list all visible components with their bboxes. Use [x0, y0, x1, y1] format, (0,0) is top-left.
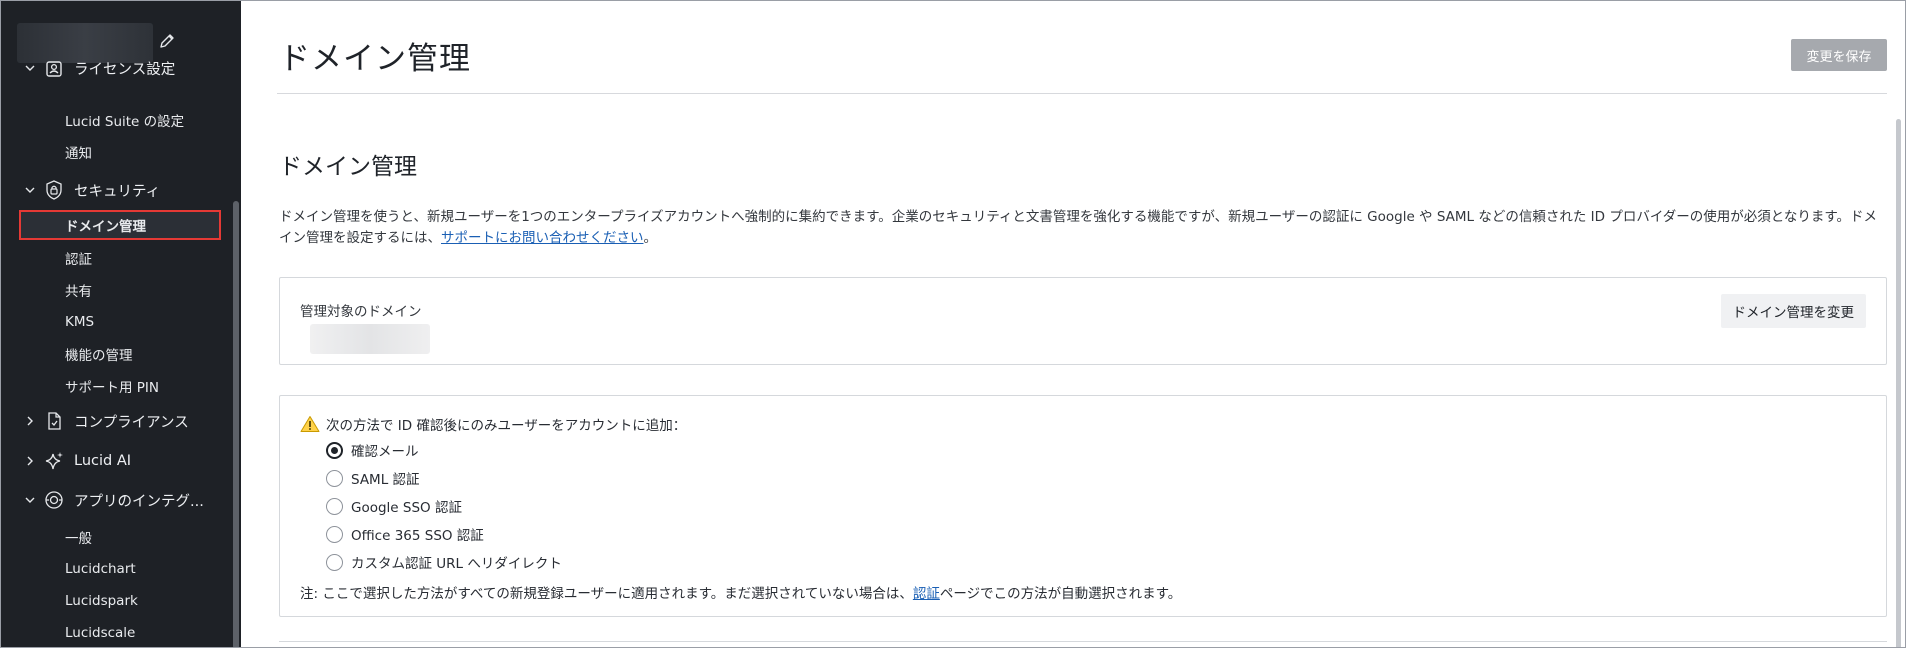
sidebar-group-label: コンプライアンス — [74, 414, 189, 431]
option-label: 確認メール — [351, 444, 419, 460]
managed-domains-card: 管理対象のドメイン ドメイン管理を変更 — [279, 277, 1887, 365]
sidebar-item-lucidspark[interactable]: Lucidspark — [19, 586, 221, 616]
divider — [277, 93, 1887, 94]
sparkle-icon — [45, 452, 63, 470]
option-label: カスタム認証 URL へリダイレクト — [351, 556, 562, 572]
sidebar-group-compliance[interactable]: コンプライアンス — [1, 404, 233, 438]
option-saml[interactable]: SAML 認証 — [326, 468, 420, 488]
sidebar-group-license[interactable]: ライセンス設定 — [1, 51, 233, 85]
note-prefix: 注: ここで選択した方法がすべての新規登録ユーザーに適用されます。まだ選択されて… — [300, 586, 913, 602]
sidebar: ライセンス設定 Lucid Suite の設定 通知 セキュリティ ドメイン管理… — [1, 1, 241, 647]
sidebar-group-integrations[interactable]: アプリのインテグ... — [1, 483, 233, 517]
verification-prompt-row: 次の方法で ID 確認後にのみユーザーをアカウントに追加： — [300, 414, 686, 434]
chevron-down-icon — [25, 497, 35, 503]
option-custom-url[interactable]: カスタム認証 URL へリダイレクト — [326, 552, 562, 572]
sidebar-item-lucid-suite[interactable]: Lucid Suite の設定 — [19, 105, 221, 135]
license-icon — [46, 61, 62, 77]
note-suffix: ページでこの方法が自動選択されます。 — [939, 586, 1182, 602]
managed-domains-label: 管理対象のドメイン — [300, 304, 422, 320]
verification-note: 注: ここで選択した方法がすべての新規登録ユーザーに適用されます。まだ選択されて… — [300, 582, 1181, 602]
page-title: ドメイン管理 — [279, 41, 471, 77]
chevron-down-icon — [25, 187, 35, 193]
option-label: Google SSO 認証 — [351, 500, 462, 516]
sidebar-group-label: アプリのインテグ... — [74, 493, 204, 510]
sidebar-group-label: セキュリティ — [74, 183, 161, 200]
contact-support-link[interactable]: サポートにお問い合わせください — [441, 230, 644, 246]
app-window: ライセンス設定 Lucid Suite の設定 通知 セキュリティ ドメイン管理… — [0, 0, 1906, 648]
sidebar-scrollbar[interactable] — [233, 201, 239, 647]
chevron-down-icon — [25, 65, 35, 71]
save-changes-button[interactable]: 変更を保存 — [1791, 39, 1887, 71]
main-content: ドメイン管理 変更を保存 ドメイン管理 ドメイン管理を使うと、新規ユーザーを1つ… — [241, 1, 1905, 647]
chevron-right-icon — [27, 416, 33, 426]
section-description: ドメイン管理を使うと、新規ユーザーを1つのエンタープライズアカウントへ強制的に集… — [279, 207, 1879, 249]
option-office365-sso[interactable]: Office 365 SSO 認証 — [326, 524, 484, 544]
radio-button-checked[interactable] — [326, 441, 343, 459]
warning-icon — [300, 416, 320, 432]
chevron-right-icon — [27, 456, 33, 466]
sidebar-item-general[interactable]: 一般 — [19, 522, 221, 552]
change-domain-management-button[interactable]: ドメイン管理を変更 — [1720, 294, 1866, 328]
option-label: Office 365 SSO 認証 — [351, 528, 484, 544]
sidebar-item-feature-management[interactable]: 機能の管理 — [19, 339, 221, 369]
main-scrollbar[interactable] — [1896, 119, 1901, 647]
sidebar-item-lucidchart[interactable]: Lucidchart — [19, 554, 221, 584]
description-end: 。 — [643, 230, 658, 246]
verification-method-card: 次の方法で ID 確認後にのみユーザーをアカウントに追加： 確認メール SAML… — [279, 395, 1887, 617]
sidebar-item-lucidscale[interactable]: Lucidscale — [19, 618, 221, 647]
option-google-sso[interactable]: Google SSO 認証 — [326, 496, 462, 516]
sidebar-group-lucid-ai[interactable]: Lucid AI — [1, 444, 233, 478]
radio-button[interactable] — [326, 469, 343, 487]
sidebar-item-support-pin[interactable]: サポート用 PIN — [19, 371, 221, 401]
verification-prompt: 次の方法で ID 確認後にのみユーザーをアカウントに追加： — [326, 418, 687, 434]
pencil-icon[interactable] — [157, 31, 177, 51]
sidebar-item-sharing[interactable]: 共有 — [19, 275, 221, 305]
sidebar-item-authentication[interactable]: 認証 — [19, 243, 221, 273]
sidebar-group-security[interactable]: セキュリティ — [1, 173, 233, 207]
option-verification-email[interactable]: 確認メール — [326, 440, 419, 460]
sidebar-group-label: Lucid AI — [74, 453, 132, 469]
option-label: SAML 認証 — [351, 472, 420, 488]
sidebar-item-notifications[interactable]: 通知 — [19, 137, 221, 167]
sidebar-group-label: ライセンス設定 — [74, 61, 176, 78]
section-title: ドメイン管理 — [279, 154, 417, 180]
radio-button[interactable] — [326, 525, 343, 543]
radio-button[interactable] — [326, 553, 343, 571]
sidebar-item-domain-management[interactable]: ドメイン管理 — [19, 210, 221, 240]
radio-button[interactable] — [326, 497, 343, 515]
document-check-icon — [48, 412, 61, 430]
lock-icon — [46, 180, 62, 200]
domain-value-blurred — [310, 324, 430, 354]
authentication-link[interactable]: 認証 — [913, 586, 940, 602]
integration-gear-icon — [45, 491, 63, 509]
next-card-edge — [279, 641, 1887, 642]
sidebar-item-kms[interactable]: KMS — [19, 307, 221, 337]
